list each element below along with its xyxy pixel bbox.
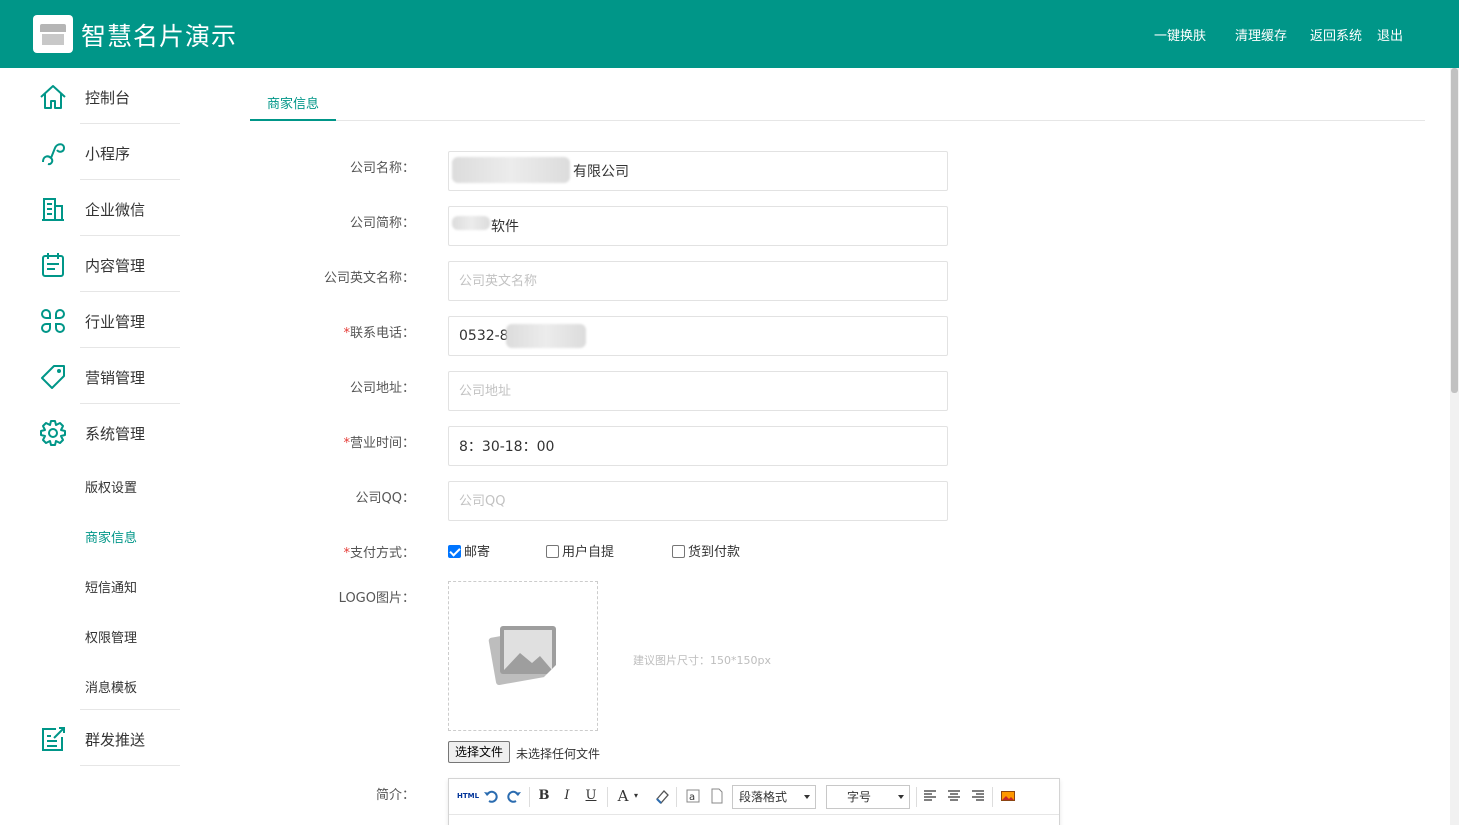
html-source-button[interactable]: HTML — [457, 787, 479, 805]
logo-label: LOGO图片： — [338, 591, 415, 606]
payment-option-pickup[interactable]: 用户自提 — [546, 541, 614, 560]
align-center-icon[interactable] — [946, 787, 962, 805]
business-hours-label: *营业时间： — [343, 436, 415, 451]
sidebar-item-wecom[interactable]: 企业微信 — [0, 180, 220, 236]
sidebar-subitem-copyright[interactable]: 版权设置 — [85, 477, 137, 496]
bold-button[interactable]: B — [537, 787, 551, 805]
logo-size-hint: 建议图片尺寸：150*150px — [633, 654, 771, 667]
business-hours-input[interactable] — [448, 426, 948, 466]
sidebar-item-label: 行业管理 — [85, 313, 146, 331]
qq-input[interactable] — [448, 481, 948, 521]
align-right-icon[interactable] — [970, 787, 986, 805]
sidebar-item-label: 小程序 — [85, 145, 131, 163]
store-logo-icon — [33, 15, 73, 53]
sidebar-subitem-sms[interactable]: 短信通知 — [85, 577, 137, 596]
payment-option-mail[interactable]: 邮寄 — [448, 541, 490, 560]
tag-icon — [41, 365, 65, 389]
short-name-input[interactable] — [448, 206, 948, 246]
sidebar-item-label: 内容管理 — [85, 257, 146, 275]
sidebar-item-label: 系统管理 — [85, 425, 146, 443]
miniprogram-icon — [42, 143, 66, 166]
sidebar-item-label: 控制台 — [85, 89, 131, 107]
vertical-scrollbar[interactable] — [1450, 68, 1459, 825]
intro-label: 简介： — [375, 788, 415, 803]
english-name-input[interactable] — [448, 261, 948, 301]
sidebar-subitem-permissions[interactable]: 权限管理 — [85, 627, 137, 646]
address-input[interactable] — [448, 371, 948, 411]
phone-label: *联系电话： — [343, 326, 415, 341]
change-skin-link[interactable]: 一键换肤 — [1154, 25, 1206, 44]
top-header: 智慧名片演示 一键换肤 清理缓存 返回系统 退出 — [0, 0, 1459, 68]
company-name-label: 公司名称： — [349, 161, 415, 176]
tab-merchant-info[interactable]: 商家信息 — [250, 68, 336, 121]
svg-text:a: a — [689, 792, 695, 803]
sidebar-item-content[interactable]: 内容管理 — [0, 236, 220, 292]
sidebar-item-label: 营销管理 — [85, 369, 146, 387]
scrollbar-thumb[interactable] — [1451, 68, 1458, 393]
logo-upload-area[interactable] — [448, 581, 598, 731]
payment-option-cod[interactable]: 货到付款 — [672, 541, 740, 560]
undo-icon[interactable] — [483, 787, 499, 805]
autotypeset-icon[interactable]: a — [685, 787, 701, 805]
sidebar-item-industry[interactable]: 行业管理 — [0, 292, 220, 348]
redacted-blur — [506, 324, 586, 348]
main-content: 商家信息 公司名称： 公司简称： 公司英文名称： *联系电话： 公司地址： *营… — [220, 68, 1450, 825]
edit-export-icon — [42, 727, 65, 751]
sidebar-item-console[interactable]: 控制台 — [0, 68, 220, 124]
checkbox[interactable] — [672, 545, 685, 558]
document-icon[interactable] — [709, 787, 725, 805]
gear-icon — [40, 420, 66, 446]
choose-file-button[interactable]: 选择文件 — [448, 741, 511, 763]
sidebar-subitem-merchant-info[interactable]: 商家信息 — [85, 527, 137, 546]
sidebar-item-marketing[interactable]: 营销管理 — [0, 348, 220, 404]
sidebar-subitem-message-template[interactable]: 消息模板 — [85, 677, 137, 696]
insert-image-icon[interactable] — [1000, 787, 1016, 805]
align-left-icon[interactable] — [922, 787, 938, 805]
redacted-blur — [452, 216, 490, 230]
font-color-button[interactable]: A — [616, 787, 630, 805]
checkbox-checked[interactable] — [448, 545, 461, 558]
underline-button[interactable]: U — [584, 787, 598, 805]
tab-bar: 商家信息 — [250, 68, 1425, 121]
font-size-select[interactable]: 字号 — [826, 785, 910, 809]
italic-button[interactable]: I — [560, 787, 574, 805]
checkbox[interactable] — [546, 545, 559, 558]
return-system-link[interactable]: 返回系统 — [1310, 25, 1362, 44]
image-placeholder-icon — [488, 626, 556, 686]
sidebar: 控制台 小程序 企业微信 内容管理 行业管理 营销管理 系统管理 版权设置 商家… — [0, 68, 220, 825]
logout-link[interactable]: 退出 — [1377, 25, 1403, 44]
chevron-down-icon[interactable]: ▾ — [631, 787, 641, 805]
eraser-icon[interactable] — [654, 787, 670, 805]
payment-label: *支付方式： — [343, 546, 415, 561]
sidebar-item-system[interactable]: 系统管理 — [0, 404, 220, 460]
app-title: 智慧名片演示 — [81, 22, 238, 51]
clear-cache-link[interactable]: 清理缓存 — [1235, 25, 1287, 44]
sidebar-item-mass-push[interactable]: 群发推送 — [0, 710, 220, 766]
editor-toolbar: HTML B I U A ▾ a 段落格式 字号 — [449, 779, 1059, 815]
sidebar-item-label: 企业微信 — [85, 201, 146, 219]
building-icon — [42, 198, 64, 221]
sidebar-item-miniprogram[interactable]: 小程序 — [0, 124, 220, 180]
paragraph-format-select[interactable]: 段落格式 — [732, 785, 816, 809]
file-status-text: 未选择任何文件 — [516, 747, 601, 761]
qq-label: 公司QQ： — [355, 491, 415, 506]
chevron-down-icon — [804, 795, 810, 799]
sidebar-item-label: 群发推送 — [85, 731, 146, 749]
english-name-label: 公司英文名称： — [323, 271, 415, 286]
home-icon — [40, 85, 66, 109]
rich-text-editor[interactable]: HTML B I U A ▾ a 段落格式 字号 — [448, 778, 1060, 825]
address-label: 公司地址： — [349, 381, 415, 396]
chevron-down-icon — [898, 795, 904, 799]
short-name-label: 公司简称： — [349, 216, 415, 231]
clover-icon — [41, 309, 65, 333]
clipboard-icon — [42, 253, 64, 277]
redacted-blur — [452, 157, 570, 183]
redo-icon[interactable] — [506, 787, 522, 805]
